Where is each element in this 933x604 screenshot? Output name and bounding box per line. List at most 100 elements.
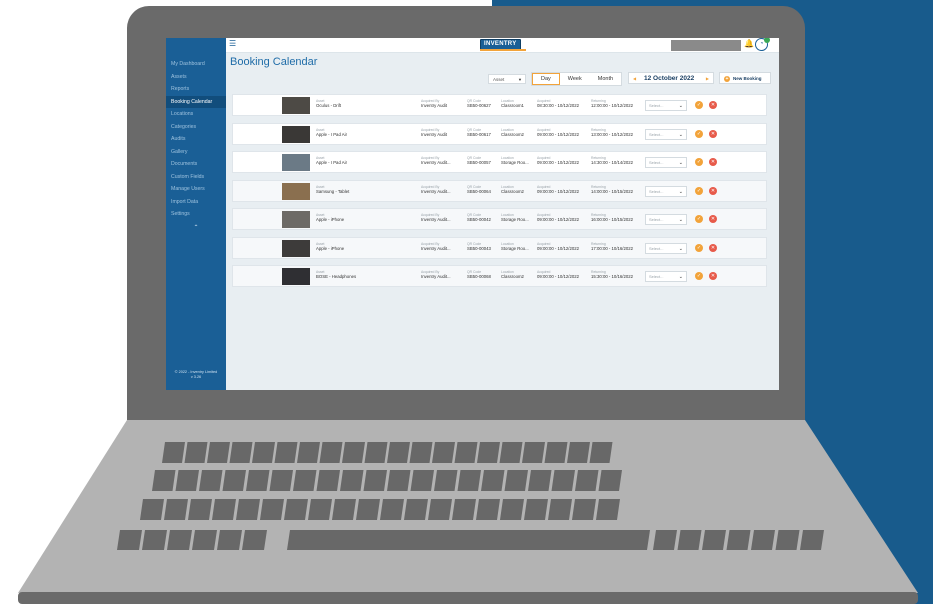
reject-icon[interactable]: ✕ — [709, 272, 717, 280]
keyboard-key — [167, 530, 192, 550]
asset-cell: Asset Apple - iPhone — [316, 213, 344, 222]
tab-day[interactable]: Day — [532, 73, 560, 85]
location-cell: Location Storage Roo... — [501, 156, 529, 165]
acquired-cell: Acquired 09:00:00 - 10/12/2022 — [537, 185, 579, 194]
returning-value: 16:00:00 - 10/15/2022 — [591, 217, 634, 222]
approve-icon[interactable]: ✓ — [695, 272, 703, 280]
keyboard-key — [287, 530, 650, 550]
reject-icon[interactable]: ✕ — [709, 158, 717, 166]
keyboard-key — [428, 499, 452, 520]
acquired-by-cell: Acquired By Inventry Audit — [421, 128, 447, 137]
booking-row[interactable]: Asset Samsung - Tablet Acquired By Inventry… — [232, 179, 767, 202]
location-value: Classroom2 — [501, 131, 524, 137]
status-select[interactable]: Select... ⌄ — [645, 242, 687, 254]
laptop-front-edge — [18, 592, 918, 604]
returning-value: 17:00:00 - 10/16/2022 — [591, 245, 634, 251]
acquired-by-value: Inventry Audit... — [421, 188, 451, 194]
location-value: Storage Roo... — [501, 160, 529, 165]
sidebar-item-reports[interactable]: Reports — [166, 83, 226, 96]
status-select[interactable]: Select... ⌄ — [645, 271, 687, 282]
location-cell: Location Storage Roo... — [501, 213, 529, 222]
new-booking-button[interactable]: + New Booking — [719, 72, 771, 84]
sidebar-item-audits[interactable]: Audits — [166, 133, 226, 146]
approve-icon[interactable]: ✓ — [695, 101, 703, 109]
booking-row[interactable]: Asset Apple - I Pad Air Acquired By Inventr… — [232, 122, 767, 145]
asset-cell: Asset Oculus - Drift — [316, 99, 341, 108]
sidebar-item-import-data[interactable]: Import Data — [166, 196, 226, 209]
booking-row[interactable]: Asset BOSE - Headphones Acquired By Inventr… — [232, 265, 767, 287]
keyboard-key — [269, 470, 293, 491]
sidebar-item-categories[interactable]: Categories — [166, 121, 226, 134]
booking-row[interactable]: Asset Apple - iPhone Acquired By Inventry A… — [232, 236, 767, 259]
approve-icon[interactable]: ✓ — [695, 215, 703, 223]
qr-code-cell: QR Code SB50-00042 — [467, 213, 491, 222]
chevron-up-icon[interactable]: ⌃ — [166, 224, 226, 231]
keyboard-key — [702, 530, 726, 550]
asset-filter-select[interactable]: Asset ▼ — [488, 74, 526, 84]
sidebar-item-manage-users[interactable]: Manage Users — [166, 183, 226, 196]
current-date[interactable]: 12 October 2022 — [644, 73, 694, 84]
reject-icon[interactable]: ✕ — [709, 129, 717, 138]
keyboard-key — [192, 530, 217, 550]
chevron-down-icon: ⌄ — [678, 103, 683, 109]
tab-month[interactable]: Month — [590, 73, 621, 85]
sidebar-item-assets[interactable]: Assets — [166, 71, 226, 84]
asset-thumbnail — [282, 182, 310, 200]
booking-row[interactable]: Asset Apple - iPhone Acquired By Inventry A… — [232, 208, 767, 230]
asset-thumbnail — [282, 154, 310, 171]
status-select[interactable]: Select... ⌄ — [645, 214, 687, 225]
keyboard-key — [229, 442, 253, 463]
acquired-cell: Acquired 09:00:00 - 10/12/2022 — [537, 128, 579, 137]
keyboard-key — [575, 470, 599, 491]
bell-icon[interactable]: 🔔 — [744, 39, 754, 48]
keyboard-key — [184, 442, 208, 463]
keyboard-key — [175, 470, 199, 491]
status-select[interactable]: Select... ⌄ — [645, 100, 687, 111]
qr-code-value: SB50-00068 — [467, 274, 491, 279]
status-select[interactable]: Select... ⌄ — [645, 128, 687, 140]
sidebar-item-custom-fields[interactable]: Custom Fields — [166, 171, 226, 184]
approve-icon[interactable]: ✓ — [695, 243, 703, 252]
qr-code-value: SB50-00042 — [467, 217, 491, 222]
keyboard-key — [293, 470, 317, 491]
sidebar-item-booking-calendar[interactable]: Booking Calendar — [166, 95, 226, 108]
keyboard-key — [452, 499, 476, 520]
chevron-down-icon: ⌄ — [678, 160, 683, 166]
approve-icon[interactable]: ✓ — [695, 186, 703, 195]
reject-icon[interactable]: ✕ — [709, 215, 717, 223]
booking-row[interactable]: Asset Oculus - Drift Acquired By Inventry A… — [232, 94, 767, 116]
tab-week[interactable]: Week — [560, 73, 590, 85]
sidebar-item-documents[interactable]: Documents — [166, 158, 226, 171]
approve-icon[interactable]: ✓ — [695, 158, 703, 166]
hamburger-icon[interactable]: ☰ — [229, 39, 236, 48]
acquired-value: 09:00:00 - 10/12/2022 — [537, 245, 580, 251]
sidebar: My Dashboard Assets Reports Booking Calenda… — [166, 38, 226, 390]
reject-icon[interactable]: ✕ — [709, 243, 717, 252]
approve-icon[interactable]: ✓ — [695, 129, 703, 138]
keyboard-key — [284, 499, 308, 520]
status-select[interactable]: Select... ⌄ — [645, 185, 687, 197]
keyboard-key — [596, 499, 620, 520]
location-cell: Location Classroom2 — [501, 185, 524, 194]
acquired-value: 09:00:00 - 10/12/2022 — [537, 274, 580, 279]
sidebar-item-locations[interactable]: Locations — [166, 108, 226, 121]
location-value: Classroom2 — [501, 274, 524, 279]
acquired-value: 09:00:00 - 10/12/2022 — [537, 188, 580, 194]
reject-icon[interactable]: ✕ — [709, 186, 717, 195]
chevron-down-icon: ⌄ — [678, 274, 683, 280]
sidebar-footer: © 2022 - Inventry Limited v 3.26 — [166, 370, 226, 380]
sidebar-item-my-dashboard[interactable]: My Dashboard — [166, 58, 226, 71]
status-select[interactable]: Select... ⌄ — [645, 157, 687, 168]
keyboard-key — [297, 442, 320, 463]
asset-value: Apple - I Pad Air — [316, 131, 348, 137]
keyboard-key — [188, 499, 212, 520]
reject-icon[interactable]: ✕ — [709, 101, 717, 109]
keyboard-key — [548, 499, 572, 520]
acquired-by-cell: Acquired By Inventry Audit... — [421, 242, 451, 251]
sidebar-item-gallery[interactable]: Gallery — [166, 146, 226, 159]
next-day-icon[interactable]: ▶ — [706, 73, 709, 85]
sidebar-item-settings[interactable]: Settings — [166, 208, 226, 221]
booking-row[interactable]: Asset Apple - I Pad Air Acquired By Inventr… — [232, 151, 767, 173]
returning-cell: Returning 17:00:00 - 10/16/2022 — [591, 242, 633, 251]
previous-day-icon[interactable]: ◀ — [633, 73, 636, 85]
